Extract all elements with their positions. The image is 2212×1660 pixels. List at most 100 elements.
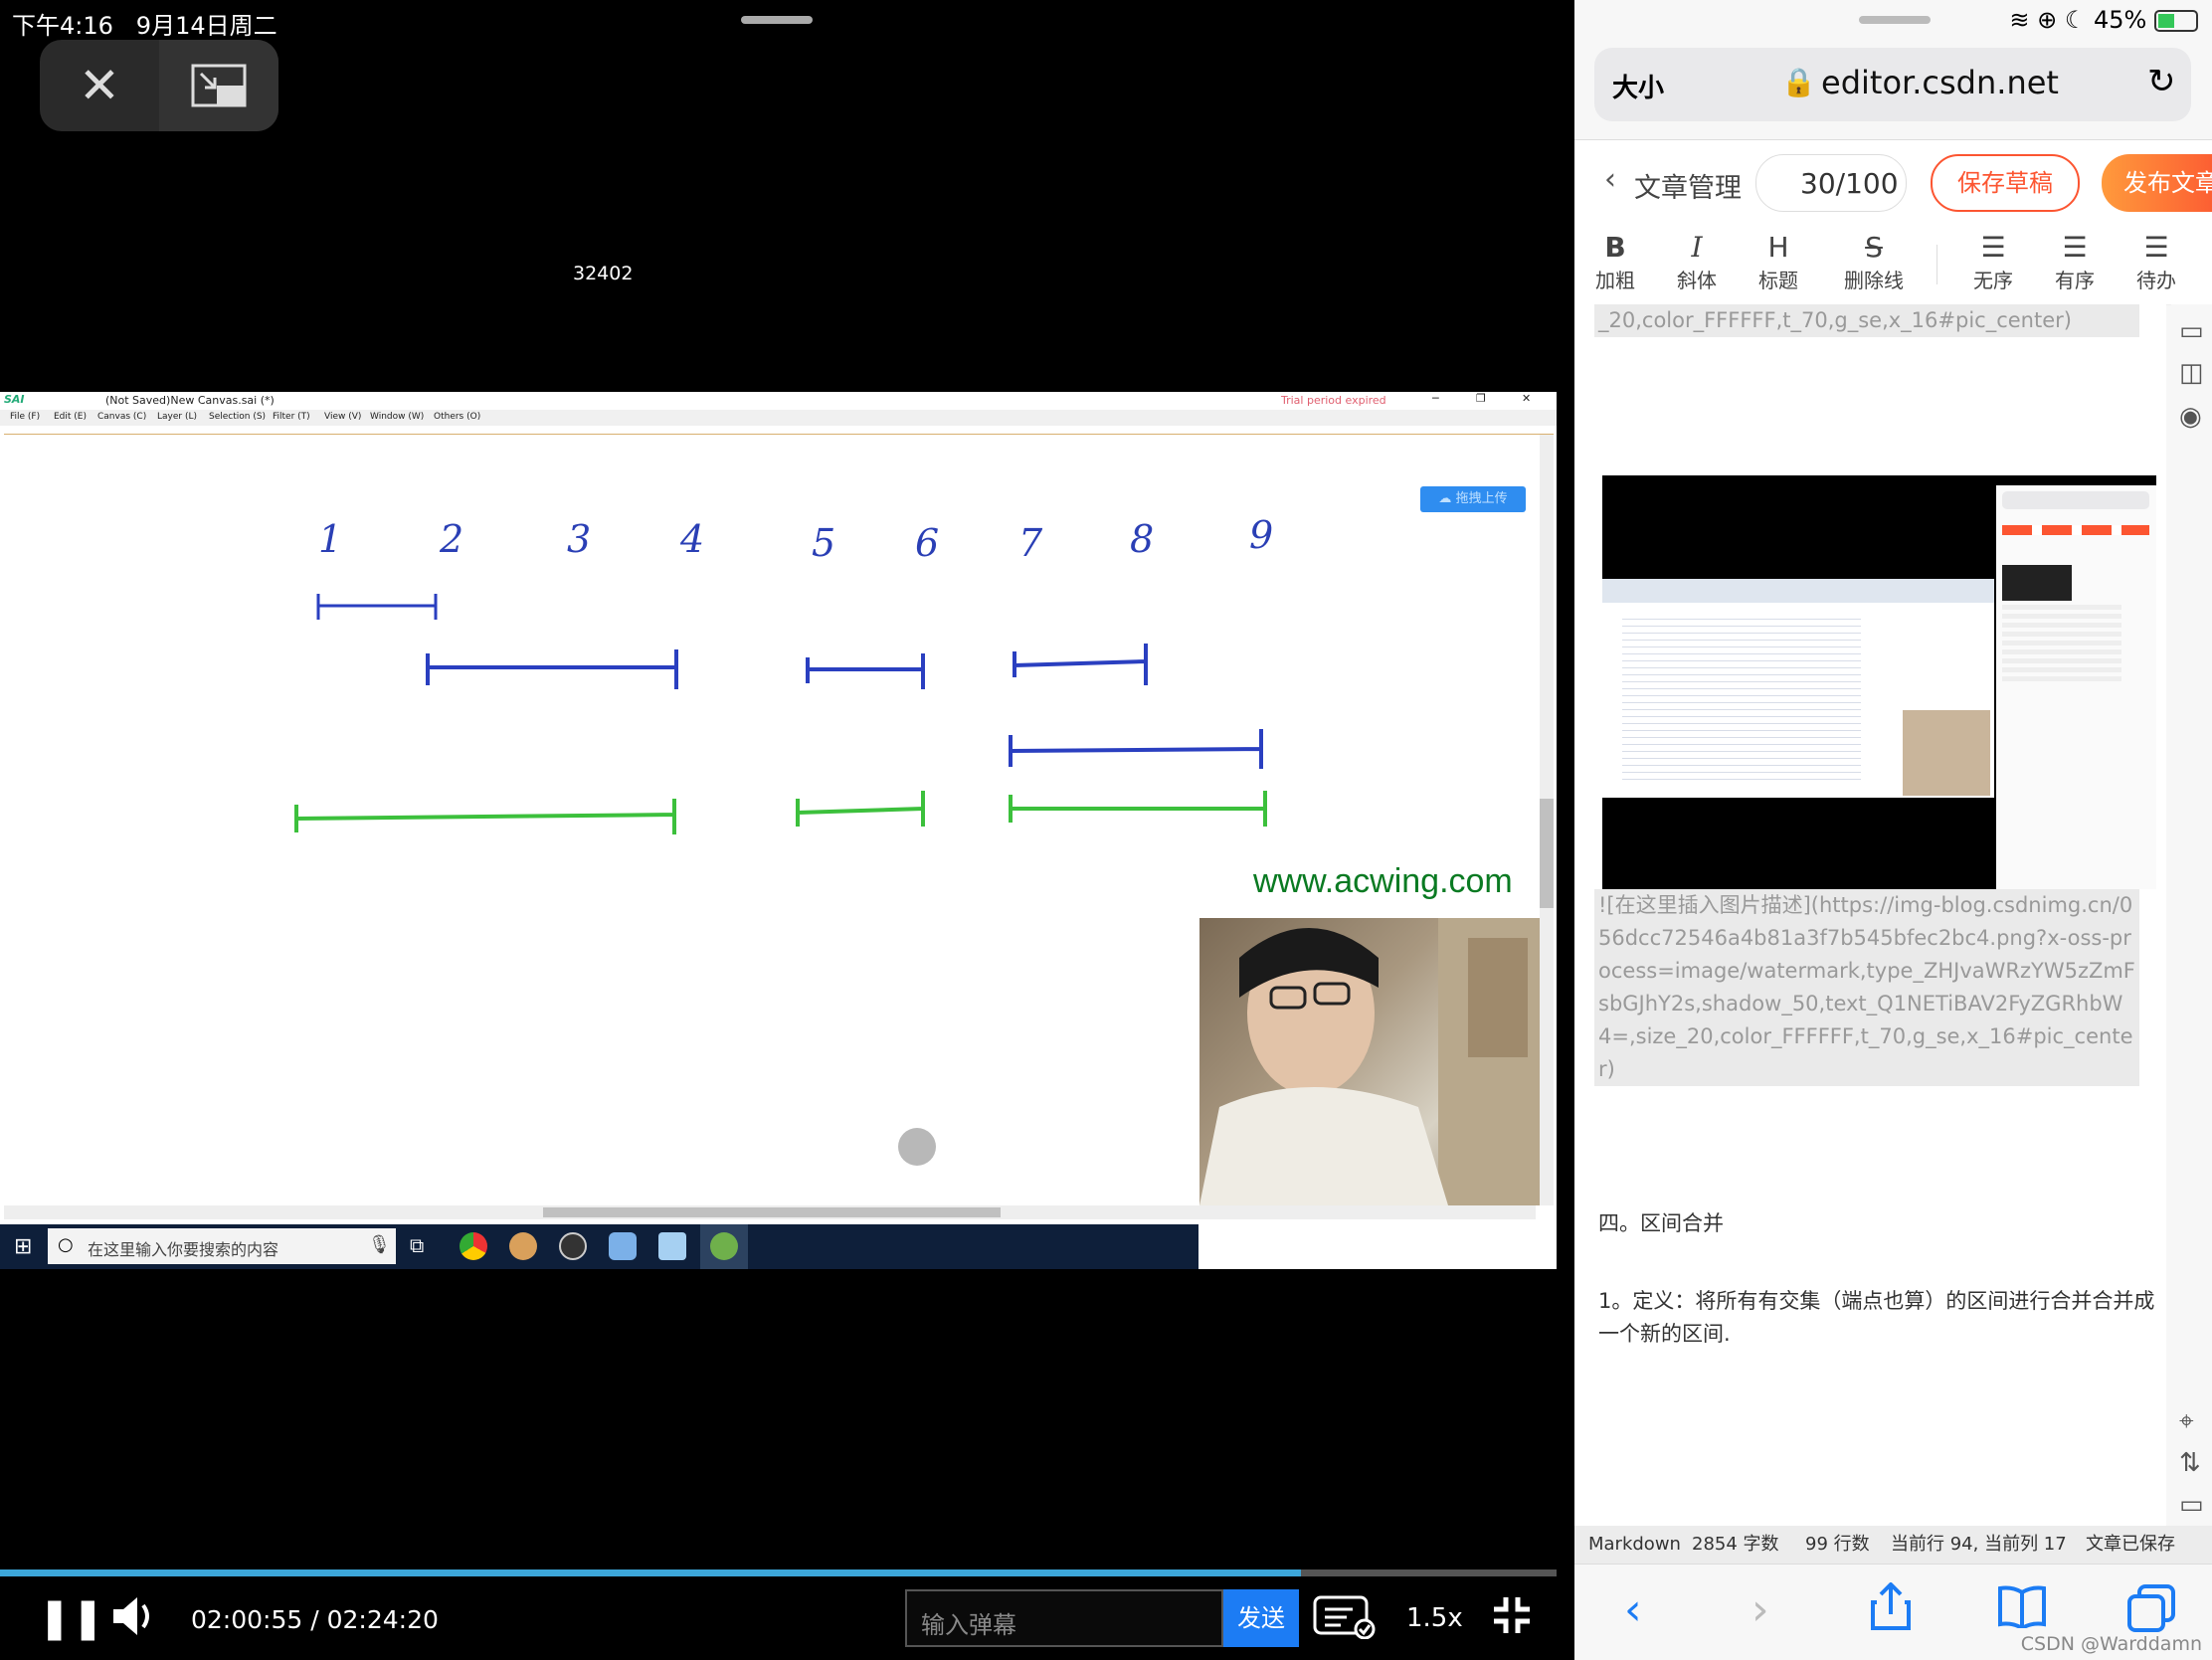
menu-filter[interactable]: Filter (T) <box>273 412 310 422</box>
send-danmaku-button[interactable]: 发送 <box>1223 1589 1299 1647</box>
danmaku-settings-icon[interactable] <box>1313 1595 1377 1643</box>
horizontal-scrollbar[interactable] <box>4 1205 1536 1219</box>
bold-icon: B <box>1604 231 1626 264</box>
multitask-grabber[interactable] <box>1859 16 1931 24</box>
markdown-toolbar: B 加粗 I 斜体 H 标题 S 删除线 ☰ 无序 ☰ 有序 ☰ 待办 <box>1574 225 2212 305</box>
acwing-watermark: www.acwing.com <box>1253 862 1513 900</box>
todo-list-button[interactable]: ☰ 待办 <box>2121 231 2191 293</box>
menu-others[interactable]: Others (O) <box>434 412 480 422</box>
presenter-webcam <box>1199 918 1540 1205</box>
horizontal-scrollbar-thumb[interactable] <box>543 1207 1001 1217</box>
lock-icon: 🔒 <box>1781 66 1816 98</box>
restore-icon[interactable]: ❐ <box>1476 392 1486 405</box>
back-chevron-icon[interactable]: ‹ <box>1604 162 1616 197</box>
title-count-field[interactable]: 30/100 <box>1755 154 1907 212</box>
menu-window[interactable]: Window (W) <box>370 412 424 422</box>
vertical-scrollbar-thumb[interactable] <box>1540 799 1554 908</box>
unordered-list-button[interactable]: ☰ 无序 <box>1958 231 2028 293</box>
orientation-lock-icon: ⊕ <box>2037 6 2058 34</box>
ordered-list-button[interactable]: ☰ 有序 <box>2040 231 2110 293</box>
volume-icon[interactable] <box>109 1591 159 1645</box>
app-icon[interactable] <box>509 1232 537 1260</box>
menu-layer[interactable]: Layer (L) <box>157 412 197 422</box>
share-icon[interactable] <box>1869 1581 1913 1643</box>
video-player: 下午4:16 9月14日周二 ✕ 32402 SAI (Not Saved)Ne… <box>0 0 1574 1659</box>
exit-fullscreen-icon[interactable] <box>1492 1595 1532 1639</box>
layout-single-icon[interactable]: ▭ <box>2179 316 2204 346</box>
picture-in-picture-icon[interactable] <box>159 40 278 131</box>
status-time: 下午4:16 <box>12 12 113 40</box>
hand-number-1: 1 <box>318 517 342 561</box>
taskbar-search-box[interactable]: ○ 在这里输入你要搜索的内容 🎙 <box>48 1228 396 1264</box>
multitask-grabber[interactable] <box>741 16 813 24</box>
sai-taskbar-item[interactable] <box>700 1224 748 1269</box>
danmaku-input[interactable]: 输入弹幕 <box>905 1589 1223 1647</box>
hand-number-8: 8 <box>1130 517 1154 561</box>
embedded-screenshot-code <box>1602 579 1994 798</box>
sync-scroll-icon[interactable]: ⇅ <box>2179 1448 2201 1478</box>
close-icon[interactable]: ✕ <box>40 40 159 131</box>
chrome-icon[interactable] <box>460 1232 487 1260</box>
heading-button[interactable]: H 标题 <box>1744 231 1813 293</box>
battery-percent: 45% <box>2094 6 2147 34</box>
text-size-button[interactable]: 大小 <box>1612 68 1664 104</box>
forward-icon[interactable]: › <box>1751 1584 1769 1635</box>
heading-icon: H <box>1767 231 1789 264</box>
playback-speed[interactable]: 1.5x <box>1406 1603 1463 1633</box>
menu-view[interactable]: View (V) <box>324 412 361 422</box>
menu-edit[interactable]: Edit (E) <box>54 412 87 422</box>
back-icon[interactable]: ‹ <box>1624 1584 1642 1635</box>
stream-id: 32402 <box>573 263 634 284</box>
display-icon[interactable]: ▭ <box>2179 1490 2204 1520</box>
blue-interval <box>316 594 438 620</box>
heading-label: 标题 <box>1758 269 1798 292</box>
menu-file[interactable]: File (F) <box>10 412 40 422</box>
app-icon[interactable] <box>658 1232 686 1260</box>
pause-icon[interactable]: ❚❚ <box>38 1595 104 1641</box>
window-close-icon[interactable]: ✕ <box>1522 392 1531 405</box>
hand-number-6: 6 <box>915 521 939 565</box>
csdn-watermark: CSDN @Warddamn <box>2020 1633 2202 1655</box>
preview-eye-icon[interactable]: ◉ <box>2179 402 2202 432</box>
bold-label: 加粗 <box>1595 269 1635 292</box>
reload-icon[interactable]: ↻ <box>2147 62 2176 101</box>
sai-logo: SAI <box>4 393 25 406</box>
unordered-list-label: 无序 <box>1973 269 2013 292</box>
article-manage-link[interactable]: 文章管理 <box>1634 166 1742 205</box>
microphone-icon[interactable]: 🎙 <box>368 1234 391 1255</box>
embedded-screenshot-header <box>2002 525 2149 535</box>
minimize-icon[interactable]: ─ <box>1432 392 1439 405</box>
markdown-editor[interactable]: _20,color_FFFFFF,t_70,g_se,x_16#pic_cent… <box>1574 304 2166 1526</box>
layout-split-icon[interactable]: ◫ <box>2179 358 2204 388</box>
italic-label: 斜体 <box>1677 269 1717 292</box>
obs-icon[interactable] <box>559 1232 587 1260</box>
sai-title-bar: SAI (Not Saved)New Canvas.sai (*) Trial … <box>0 392 1557 410</box>
unordered-list-icon: ☰ <box>1980 231 2006 264</box>
presenter-silhouette <box>1199 918 1540 1205</box>
task-view-icon[interactable]: ⧉ <box>410 1233 424 1257</box>
strikethrough-button[interactable]: S 删除线 <box>1831 231 1917 293</box>
bold-button[interactable]: B 加粗 <box>1580 231 1650 293</box>
save-draft-button[interactable]: 保存草稿 <box>1931 154 2080 212</box>
ordered-list-icon: ☰ <box>2062 231 2088 264</box>
moon-icon: ☾ <box>2064 6 2087 34</box>
sai-drawing-canvas[interactable]: 1 2 3 4 5 6 7 8 9 ☁ 拖拽上传 www.acwing.com <box>4 434 1554 1205</box>
todo-list-icon: ☰ <box>2143 231 2169 264</box>
locate-icon[interactable]: ⌖ <box>2179 1406 2194 1437</box>
url-text: editor.csdn.net <box>1821 64 2059 101</box>
screen-capture: SAI (Not Saved)New Canvas.sai (*) Trial … <box>0 392 1557 1269</box>
menu-canvas[interactable]: Canvas (C) <box>97 412 146 422</box>
editor-side-icons: ▭ ◫ ◉ ⌖ ⇅ ▭ <box>2171 304 2212 1526</box>
progress-fill[interactable] <box>0 1569 1302 1576</box>
bookmarks-icon[interactable] <box>1998 1584 2046 1639</box>
status-bar-right: ≋ ⊕ ☾ 45% <box>2009 6 2198 34</box>
publish-button[interactable]: 发布文章 <box>2102 154 2212 212</box>
menu-selection[interactable]: Selection (S) <box>209 412 266 422</box>
windows-start-icon[interactable]: ⊞ <box>14 1234 32 1259</box>
app-icon[interactable] <box>609 1232 637 1260</box>
hand-number-5: 5 <box>812 521 835 565</box>
upload-badge[interactable]: ☁ 拖拽上传 <box>1420 486 1526 512</box>
italic-button[interactable]: I 斜体 <box>1662 231 1732 293</box>
hand-number-3: 3 <box>567 517 591 561</box>
address-bar[interactable]: 大小 🔒 editor.csdn.net ↻ <box>1594 48 2191 121</box>
